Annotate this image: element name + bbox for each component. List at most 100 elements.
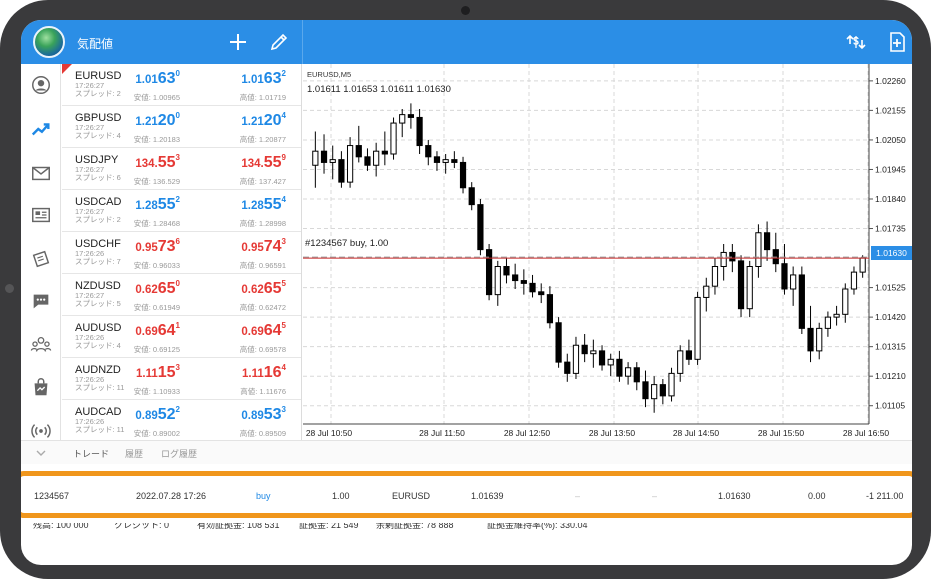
new-order-icon[interactable] — [885, 30, 909, 54]
price-tick-label: 1.01420 — [875, 312, 906, 322]
quote-spread: スプレッド: 2 — [75, 215, 121, 224]
candle-body — [346, 145, 354, 183]
bid-prefix: 0.95 — [135, 242, 158, 254]
price-chart[interactable]: 1.02260 1.02155 1.02050 1.01945 1.01840 1.017… — [303, 64, 912, 440]
ask-prefix: 0.95 — [241, 242, 264, 254]
quote-spread: スプレッド: 5 — [75, 299, 121, 308]
quote-high: 高値: 1.20877 — [239, 135, 286, 144]
quote-row-audcad[interactable]: AUDCAD 17:26:26 スプレッド: 11 0.89522 0.89533 安値:… — [62, 400, 301, 440]
price-tick-label: 1.02050 — [875, 135, 906, 145]
bid-pips: 63 — [157, 70, 176, 87]
quote-bid: 1.28552 — [135, 195, 180, 214]
candle-body — [564, 361, 571, 374]
quote-bid: 0.89522 — [135, 405, 180, 424]
quote-bid: 1.11153 — [136, 363, 180, 382]
ask-prefix: 0.69 — [241, 326, 264, 338]
app-logo-icon — [33, 26, 65, 58]
bid-prefix: 0.69 — [135, 326, 158, 338]
quote-row-usdcad[interactable]: USDCAD 17:26:27 スプレッド: 2 1.28552 1.28554 安値: … — [62, 190, 301, 232]
candle-body — [703, 285, 710, 298]
ask-fraction: 4 — [281, 111, 286, 120]
ask-pips: 55 — [263, 196, 282, 213]
quote-bid: 0.95736 — [135, 237, 180, 256]
candle-body — [468, 187, 475, 206]
quote-bid: 0.69641 — [135, 321, 180, 340]
quotes-icon[interactable] — [30, 74, 52, 96]
quote-row-eurusd[interactable]: EURUSD 17:26:27 スプレッド: 2 1.01630 1.01632 安値: … — [62, 64, 301, 106]
ask-prefix: 1.21 — [241, 116, 264, 128]
quote-row-nzdusd[interactable]: NZDUSD 17:26:27 スプレッド: 5 0.62650 0.62655 安値: … — [62, 274, 301, 316]
top-bar: 気配値 — [21, 20, 912, 64]
candle-body — [320, 150, 328, 163]
ask-pips: 64 — [263, 322, 282, 339]
quote-spread: スプレッド: 7 — [75, 257, 121, 266]
news-icon[interactable] — [30, 204, 52, 226]
quote-row-audnzd[interactable]: AUDNZD 17:26:26 スプレッド: 11 1.11153 1.11164 安値:… — [62, 358, 301, 400]
position-symbol: EURUSD — [392, 491, 431, 501]
quote-row-usdjpy[interactable]: USDJPY 17:26:27 スプレッド: 6 134.553 134.559 安値: … — [62, 148, 301, 190]
quote-row-usdchf[interactable]: USDCHF 17:26:26 スプレッド: 7 0.95736 0.95743 安値: … — [62, 232, 301, 274]
current-price-tag: 1.01630 — [871, 246, 912, 260]
quote-low: 安値: 136.529 — [133, 177, 180, 186]
camera-dot — [461, 6, 470, 15]
chart-trend-icon[interactable] — [30, 118, 52, 140]
candle-body — [833, 313, 840, 318]
candle-body — [624, 367, 632, 377]
add-symbol-icon[interactable] — [226, 30, 250, 54]
ask-prefix: 1.28 — [241, 200, 264, 212]
price-tick-label: 1.01735 — [875, 224, 906, 234]
quote-ask: 134.559 — [241, 153, 286, 172]
candle-body — [607, 358, 614, 366]
price-tick-label: 1.01210 — [875, 371, 906, 381]
community-icon[interactable] — [30, 334, 52, 356]
candle-body — [685, 350, 693, 360]
market-bag-icon[interactable] — [30, 376, 52, 398]
quote-bid: 134.553 — [135, 153, 180, 172]
price-tick-label: 1.01840 — [875, 194, 906, 204]
time-tick-label: 28 Jul 15:50 — [758, 428, 805, 438]
candle-body — [859, 257, 866, 273]
quote-low: 安値: 1.10933 — [133, 387, 180, 396]
quote-low: 安値: 0.89002 — [133, 429, 180, 438]
tab-history[interactable]: 履歴 — [125, 447, 143, 460]
position-ticket: 1234567 — [34, 491, 70, 501]
candle-body — [485, 249, 493, 296]
candle-body — [538, 291, 545, 296]
candlestick-chart[interactable]: 1.02260 1.02155 1.02050 1.01945 1.01840 1.017… — [303, 64, 912, 440]
tab-journal[interactable]: ログ履歴 — [161, 447, 197, 460]
bid-fraction: 6 — [175, 237, 180, 246]
chat-icon[interactable] — [30, 290, 52, 312]
ask-pips: 55 — [263, 154, 282, 171]
position-current-price: 1.01630 — [718, 491, 751, 501]
mail-icon[interactable] — [30, 162, 52, 184]
candle-body — [494, 266, 501, 296]
candle-body — [407, 114, 415, 118]
candle-body — [633, 367, 640, 383]
economic-calendar-icon[interactable] — [30, 248, 52, 270]
quote-bid: 0.62650 — [135, 279, 180, 298]
candle-body — [555, 322, 562, 363]
tablet-frame: 気配値 EURUSD 17:26:27 スプレッド: 2 1.01630 1.0… — [0, 0, 931, 579]
quote-row-gbpusd[interactable]: GBPUSD 17:26:27 スプレッド: 4 1.21200 1.21204 安値: … — [62, 106, 301, 148]
quote-spread: スプレッド: 11 — [75, 425, 125, 434]
signal-broadcast-icon[interactable] — [30, 420, 52, 442]
quote-time-spread: 17:26:27 スプレッド: 6 — [75, 166, 121, 182]
bid-prefix: 1.11 — [136, 368, 158, 380]
tab-trade[interactable]: トレード — [73, 447, 109, 460]
chevron-down-icon[interactable] — [35, 447, 47, 459]
candle-body — [399, 114, 406, 124]
quote-time-spread: 17:26:27 スプレッド: 2 — [75, 82, 121, 98]
trade-dollar-icon[interactable] — [844, 30, 868, 54]
candle-body — [694, 296, 701, 360]
bid-fraction: 2 — [175, 405, 180, 414]
ask-pips: 63 — [263, 70, 282, 87]
edit-pencil-icon[interactable] — [267, 30, 291, 54]
quote-row-audusd[interactable]: AUDUSD 17:26:26 スプレッド: 4 0.69641 0.69645 安値: … — [62, 316, 301, 358]
candle-body — [355, 145, 362, 158]
price-tick-label: 1.02155 — [875, 105, 906, 115]
ask-fraction: 4 — [281, 363, 286, 372]
quote-spread: スプレッド: 4 — [75, 341, 121, 350]
ask-prefix: 1.01 — [241, 74, 264, 86]
time-tick-label: 28 Jul 13:50 — [589, 428, 636, 438]
quote-high: 高値: 0.69578 — [239, 345, 286, 354]
